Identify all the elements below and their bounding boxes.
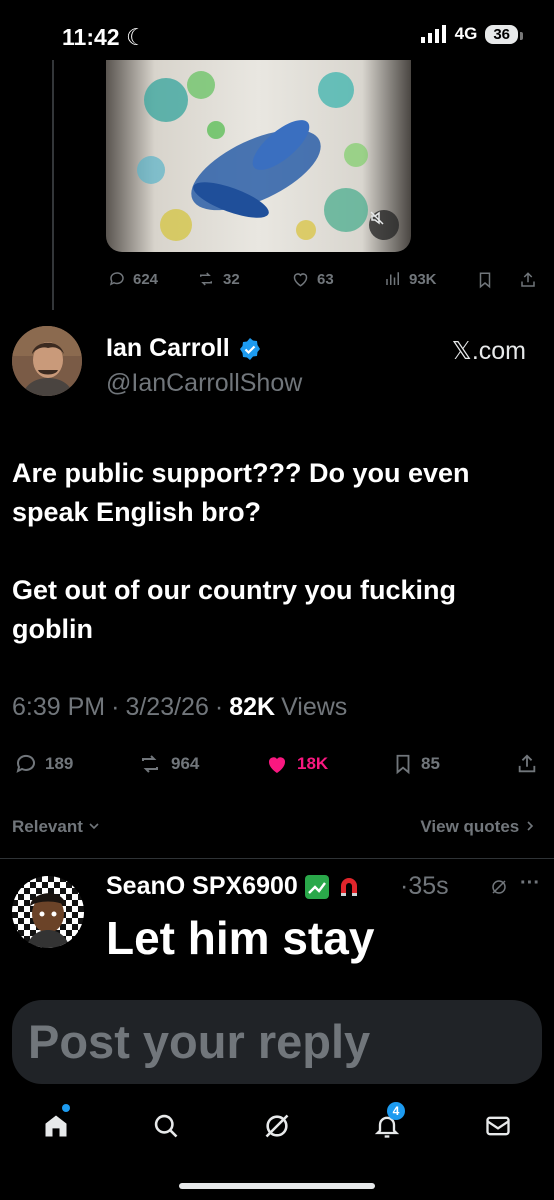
tab-notifications[interactable]: 4	[367, 1102, 407, 1146]
reply-timestamp: ·35s	[400, 872, 449, 900]
tweet-time: 6:39 PM	[12, 693, 106, 721]
tab-messages[interactable]	[478, 1106, 518, 1146]
view-quotes-link[interactable]: View quotes	[420, 817, 536, 837]
avatar[interactable]	[12, 326, 82, 396]
sort-relevant-dropdown[interactable]: Relevant	[12, 817, 100, 837]
bookmark-icon	[479, 272, 491, 289]
repost-button[interactable]: 32	[196, 270, 240, 288]
bookmark-count: 85	[421, 754, 440, 773]
bookmark-button-main[interactable]: 85	[392, 752, 440, 776]
home-unread-dot	[62, 1104, 70, 1112]
share-button-main[interactable]	[516, 752, 538, 776]
reply-icon	[16, 754, 35, 773]
tweet-text: Are public support??? Do you even speak …	[12, 458, 470, 644]
home-icon	[45, 1115, 67, 1137]
like-button[interactable]: 63	[291, 270, 334, 288]
source-label: 𝕏.com	[451, 337, 526, 365]
view-quotes-label: View quotes	[420, 817, 520, 836]
author-handle[interactable]: @IanCarrollShow	[106, 369, 302, 398]
reply-count: 189	[45, 754, 74, 773]
like-count: 63	[317, 270, 334, 288]
grok-icon	[265, 1114, 289, 1138]
author-name-label: Ian Carroll	[106, 334, 230, 362]
magnet-emoji-icon	[340, 877, 357, 896]
muted-speaker-icon	[370, 211, 384, 225]
author-name[interactable]: Ian Carroll	[106, 334, 262, 363]
network-label: 4G	[454, 24, 478, 43]
reply-avatar[interactable]	[12, 876, 84, 948]
reply-avatar-art	[12, 876, 84, 948]
chevron-right-icon	[527, 821, 534, 831]
reply-author-label: SeanO SPX6900	[106, 872, 298, 900]
reply-composer[interactable]: Post your reply	[12, 1000, 542, 1084]
verified-badge-icon	[239, 337, 260, 360]
thread-line	[52, 60, 54, 310]
home-indicator	[179, 1183, 375, 1189]
chart-up-emoji-icon	[304, 874, 329, 899]
divider	[0, 858, 554, 859]
share-icon	[518, 754, 536, 773]
meta-separator: ·	[111, 693, 120, 721]
like-count: 18K	[297, 754, 329, 773]
reply-button[interactable]: 624	[108, 270, 158, 288]
bookmark-icon	[396, 754, 410, 775]
repost-icon	[142, 755, 158, 773]
notifications-badge: 4	[387, 1102, 405, 1120]
grok-slash-icon	[492, 880, 506, 894]
status-time: 11:42 ☾	[62, 24, 147, 50]
media-artwork	[137, 71, 368, 241]
repost-icon	[200, 272, 212, 286]
moon-icon: ☾	[125, 24, 147, 50]
reply-button-main[interactable]: 189	[14, 752, 73, 776]
reply-icon	[109, 272, 124, 286]
signal-icon	[420, 25, 446, 43]
like-button-main[interactable]: 18K	[264, 752, 328, 776]
status-indicators: 4G 36	[420, 24, 523, 44]
repost-button-main[interactable]: 964	[136, 752, 199, 776]
more-options-icon[interactable]: ···	[520, 872, 540, 895]
views-label[interactable]: Views	[281, 693, 347, 722]
reply-input[interactable]: Post your reply	[28, 1014, 370, 1069]
battery-icon: 36	[485, 24, 523, 44]
search-icon	[154, 1114, 178, 1138]
sort-label: Relevant	[12, 817, 83, 836]
views-count-main: 82K	[229, 693, 276, 721]
reply-text: Let him stay	[106, 912, 375, 964]
tweet-meta: 6:39 PM · 3/23/26 · 82K Views	[12, 693, 347, 722]
tab-grok[interactable]	[257, 1106, 297, 1146]
repost-count: 964	[171, 754, 200, 773]
tab-search[interactable]	[146, 1106, 186, 1146]
views-button[interactable]: 93K	[384, 270, 437, 288]
share-icon	[521, 272, 535, 287]
tweet-media-video[interactable]	[106, 60, 411, 252]
chevron-down-icon	[89, 823, 99, 830]
reply-count: 624	[133, 270, 159, 288]
mail-icon	[486, 1116, 510, 1136]
share-button[interactable]	[519, 270, 537, 290]
bookmark-button[interactable]	[476, 270, 494, 290]
repost-count: 32	[223, 270, 240, 288]
tab-home[interactable]	[36, 1104, 76, 1146]
views-chart-icon	[386, 272, 399, 285]
heart-icon	[293, 273, 308, 287]
avatar-photo	[12, 326, 82, 396]
meta-separator: ·	[214, 693, 224, 721]
reply-author-name[interactable]: SeanO SPX6900	[106, 872, 362, 901]
heart-filled-icon	[268, 757, 286, 773]
mute-button[interactable]	[369, 210, 399, 240]
tweet-date: 3/23/26	[125, 693, 209, 721]
views-count: 93K	[409, 270, 437, 288]
grok-icon[interactable]	[490, 878, 508, 901]
